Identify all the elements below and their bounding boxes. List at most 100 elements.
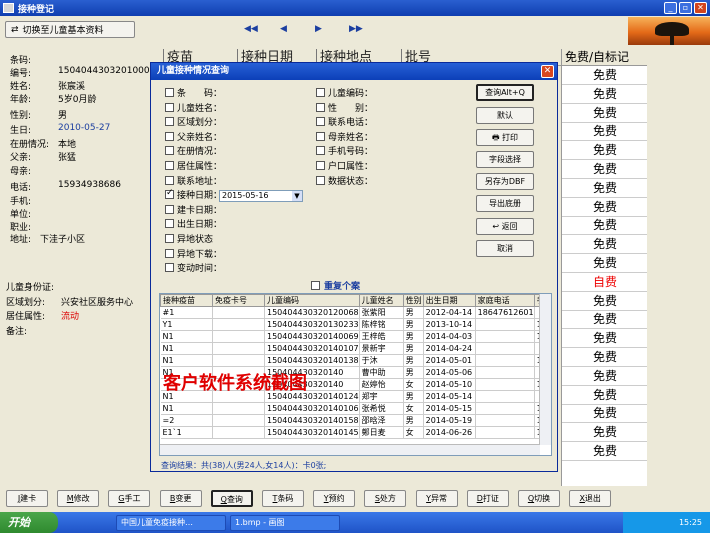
criterion-left-6[interactable]: 联系地址： [165,174,222,187]
bottom-button-11[interactable]: X退出 [569,490,612,507]
result-vertical-scrollbar[interactable] [539,294,551,445]
bottom-button-0[interactable]: J建卡 [6,490,48,507]
criterion-checkbox[interactable] [165,188,174,200]
cancel-button[interactable]: 取消 [476,240,534,257]
criterion-checkbox[interactable] [316,146,325,156]
start-button[interactable]: 开始 [0,512,58,533]
bottom-button-4[interactable]: Q查询 [210,490,253,507]
maximize-button[interactable]: ▫ [679,2,692,14]
criterion-checkbox[interactable] [165,131,174,141]
table-row[interactable]: N1150404430320140138于沐男2014-05-011514917… [160,354,551,367]
duplicate-cases-checkbox[interactable] [311,281,320,290]
criterion-left-2[interactable]: 区域划分： [165,115,222,128]
table-cell: 2012-04-14 [423,306,476,319]
table-cell: 2014-05-06 [423,366,476,379]
dialog-close-button[interactable]: ✕ [541,65,554,78]
criterion-left-5[interactable]: 居住属性： [165,159,222,172]
criterion-checkbox[interactable] [316,175,325,185]
bottom-button-7[interactable]: S处方 [364,490,407,507]
print-button[interactable]: 🖶 打印 [476,129,534,146]
fee-column: 免费/自标记 免费 免费 免费 免费 免费 免费 免费 免费 免费 免费 免费 自费 免费 免费 免费 免费免… [561,49,648,486]
criterion-right-4[interactable]: 手机号码： [316,144,373,157]
first-record-button[interactable]: ◀◀ [244,24,258,34]
label-address: 地址: [10,235,32,245]
table-row[interactable]: =2150404430320140158邵晗泽男2014-05-19158476… [160,414,551,427]
criterion-checkbox[interactable] [165,146,174,156]
result-column-header[interactable]: 免疫卡号 [212,294,265,307]
criterion-left-1[interactable]: 儿童姓名： [165,101,222,114]
table-cell: 2014-05-01 [423,354,476,367]
criterion-left-8[interactable]: 建卡日期： [165,203,222,216]
bottom-button-2[interactable]: G手工 [108,490,151,507]
criterion-checkbox[interactable] [165,263,174,273]
bottom-button-3[interactable]: B变更 [159,490,202,507]
fee-cell: 免费 [562,423,648,443]
criterion-left-4[interactable]: 在册情况： [165,144,222,157]
criterion-checkbox[interactable] [165,234,174,243]
last-record-button[interactable]: ▶▶ [349,24,363,34]
criterion-left-0[interactable]: 条 码： [165,86,222,99]
bottom-button-8[interactable]: Y异常 [415,490,458,507]
prev-record-button[interactable]: ◀ [280,24,287,34]
default-button[interactable]: 默认 [476,107,534,124]
criterion-left-11[interactable]: 异地下载： [165,247,222,260]
criterion-checkbox[interactable] [165,88,174,97]
criterion-checkbox[interactable] [316,161,325,170]
next-record-button[interactable]: ▶ [315,24,322,34]
criterion-right-1[interactable]: 性 别： [316,101,373,114]
criterion-right-0[interactable]: 儿童编码： [316,86,373,99]
result-column-header[interactable]: 性别 [402,294,424,307]
dropdown-arrow-icon[interactable]: ▼ [292,191,302,201]
criterion-checkbox[interactable] [165,102,174,112]
criterion-checkbox[interactable] [316,102,325,112]
task-immunization-app[interactable]: 中国儿童免疫接种… [116,515,226,531]
criterion-left-12[interactable]: 变动时间： [165,261,222,274]
criterion-checkbox[interactable] [316,131,325,141]
query-button[interactable]: 查询Alt+Q [476,84,534,101]
criterion-right-6[interactable]: 数据状态： [316,174,373,187]
criterion-checkbox[interactable] [316,88,325,97]
result-column-header[interactable]: 接种疫苗 [160,294,213,307]
criterion-checkbox[interactable] [165,204,174,214]
table-row[interactable]: N1150404430320140106张希悦女2014-05-15159047… [160,402,551,415]
table-row[interactable]: E1`1150404430320140145鄭日麦女2014-06-261524… [160,426,551,439]
criterion-checkbox[interactable] [165,161,174,170]
criterion-right-2[interactable]: 联系电话： [316,115,373,128]
criterion-checkbox[interactable] [165,117,174,127]
criterion-checkbox[interactable] [165,219,174,229]
table-row[interactable]: N1 150404430320140107 景新宇男 2014-04-24 [160,342,551,355]
save-dbf-button[interactable]: 另存为DBF [476,173,534,190]
result-horizontal-scrollbar[interactable] [160,444,540,455]
child-area: 兴安社区服务中心 [61,298,134,308]
criterion-left-7[interactable]: 接种日期： [165,188,222,201]
result-column-header[interactable]: 家庭电话 [474,294,535,307]
bottom-button-1[interactable]: M修改 [57,490,100,507]
criterion-checkbox[interactable] [316,117,325,127]
criterion-checkbox[interactable] [165,248,174,258]
return-button[interactable]: ↩ 返回 [476,218,534,235]
bottom-button-10[interactable]: Q切换 [518,490,560,507]
duplicate-cases-option[interactable]: 重复个案 [311,279,360,292]
result-column-header[interactable]: 儿童编码 [264,294,360,307]
result-column-header[interactable]: 儿童姓名 [358,294,404,307]
bottom-button-9[interactable]: D打证 [466,490,509,507]
criterion-checkbox[interactable] [165,175,174,185]
criterion-right-5[interactable]: 户口属性： [316,159,373,172]
table-row[interactable]: Y1150404430320130233陈梓铭男2013-10-14182476… [160,318,551,331]
field-select-button[interactable]: 字段选择 [476,151,534,168]
bottom-button-5[interactable]: T条码 [262,490,304,507]
criterion-left-9[interactable]: 出生日期： [165,217,222,230]
close-button[interactable]: ✕ [694,2,707,14]
vaccination-date-select[interactable]: 2015-05-16 ▼ [219,190,303,202]
criterion-right-3[interactable]: 母亲姓名： [316,130,373,143]
table-row[interactable]: #1 150404430320120068 张紫阳男 2012-04-14 186476… [160,306,551,319]
criterion-left-10[interactable]: 异地状态 [165,232,213,245]
export-register-button[interactable]: 导出底册 [476,195,534,212]
task-paint[interactable]: 1.bmp - 画图 [230,515,340,531]
result-column-header[interactable]: 出生日期 [422,294,476,307]
switch-to-child-info-button[interactable]: ⇄ 切换至儿童基本资料 [5,21,135,38]
criterion-left-3[interactable]: 父亲姓名： [165,130,222,143]
table-row[interactable]: N1150404430320140069王梓皓男2014-04-03136149… [160,330,551,343]
bottom-button-6[interactable]: Y预约 [313,490,356,507]
minimize-button[interactable]: _ [664,2,677,14]
